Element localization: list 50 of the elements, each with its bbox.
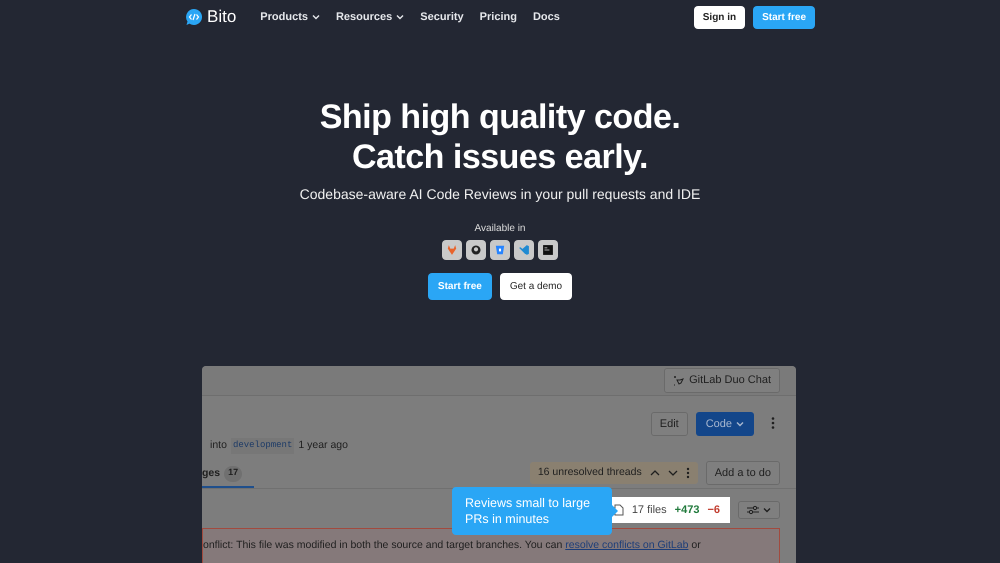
time-text: 1 year ago	[298, 438, 348, 454]
callout-tooltip: Reviews small to large PRs in minutes	[452, 487, 618, 535]
editor-icon	[517, 243, 531, 257]
bucket-icon	[493, 243, 507, 257]
branch-name[interactable]: development	[230, 438, 294, 454]
logo-icon	[185, 8, 203, 26]
hero-title: Catch issues early.	[350, 137, 650, 177]
platform-button[interactable]	[442, 240, 462, 260]
duo-chat-button[interactable]: GitLab Duo Chat	[664, 368, 780, 393]
platform-button[interactable]	[514, 240, 534, 260]
more-icon[interactable]	[686, 466, 690, 479]
caret-icon	[763, 506, 771, 514]
nav-link[interactable]: Products	[260, 8, 320, 26]
platform-button[interactable]	[538, 240, 558, 260]
files-count: 17 files	[632, 502, 667, 518]
hero-title: Ship high quality code.	[318, 97, 682, 137]
github-icon	[469, 243, 483, 257]
sliders-icon	[747, 505, 759, 515]
view-settings-button[interactable]	[738, 501, 780, 519]
hero-subtitle: Codebase-aware AI Code Reviews in your pull requests and IDE	[298, 185, 702, 204]
start-free-button[interactable]: Start free	[428, 273, 492, 300]
gitlab-icon	[445, 243, 459, 257]
nav-link[interactable]: Resources	[336, 8, 404, 26]
available-label: Available in	[474, 222, 526, 236]
count-badge: 17	[224, 466, 242, 482]
deletions-count: −6	[707, 502, 720, 518]
merge-text: into	[210, 438, 227, 454]
sign-in-button[interactable]: Sign in	[694, 6, 746, 28]
platform-button[interactable]	[466, 240, 486, 260]
platform-button[interactable]	[490, 240, 510, 260]
alert-text: onflict: This file was modified in both the source and target branches. You can resolve conflicts on GitLab or	[203, 538, 702, 553]
file-icon	[614, 504, 624, 516]
brand-name[interactable]: Bito	[207, 4, 236, 30]
add-todo-button[interactable]: Add a to do	[706, 460, 780, 485]
chevron-up-icon[interactable]	[650, 468, 660, 477]
start-free-button[interactable]: Start free	[753, 6, 815, 28]
code-button[interactable]: Code	[696, 412, 754, 436]
edit-button[interactable]: Edit	[650, 412, 688, 436]
threads-count: 16 unresolved threads	[538, 464, 642, 480]
chevron-down-icon[interactable]	[668, 468, 678, 477]
caret-icon	[736, 420, 744, 428]
terminal-icon	[541, 243, 555, 257]
conflicts-link[interactable]: resolve conflicts on GitLab	[565, 539, 688, 551]
additions-count: +473	[674, 502, 700, 518]
changes-tab[interactable]: ges 17	[202, 466, 254, 488]
demo-button[interactable]: Get a demo	[500, 273, 572, 300]
nav-link[interactable]: Security	[420, 8, 464, 26]
nav-link[interactable]: Pricing	[480, 8, 517, 26]
nav-link[interactable]: Docs	[532, 8, 560, 26]
sparkle-icon	[673, 374, 686, 386]
